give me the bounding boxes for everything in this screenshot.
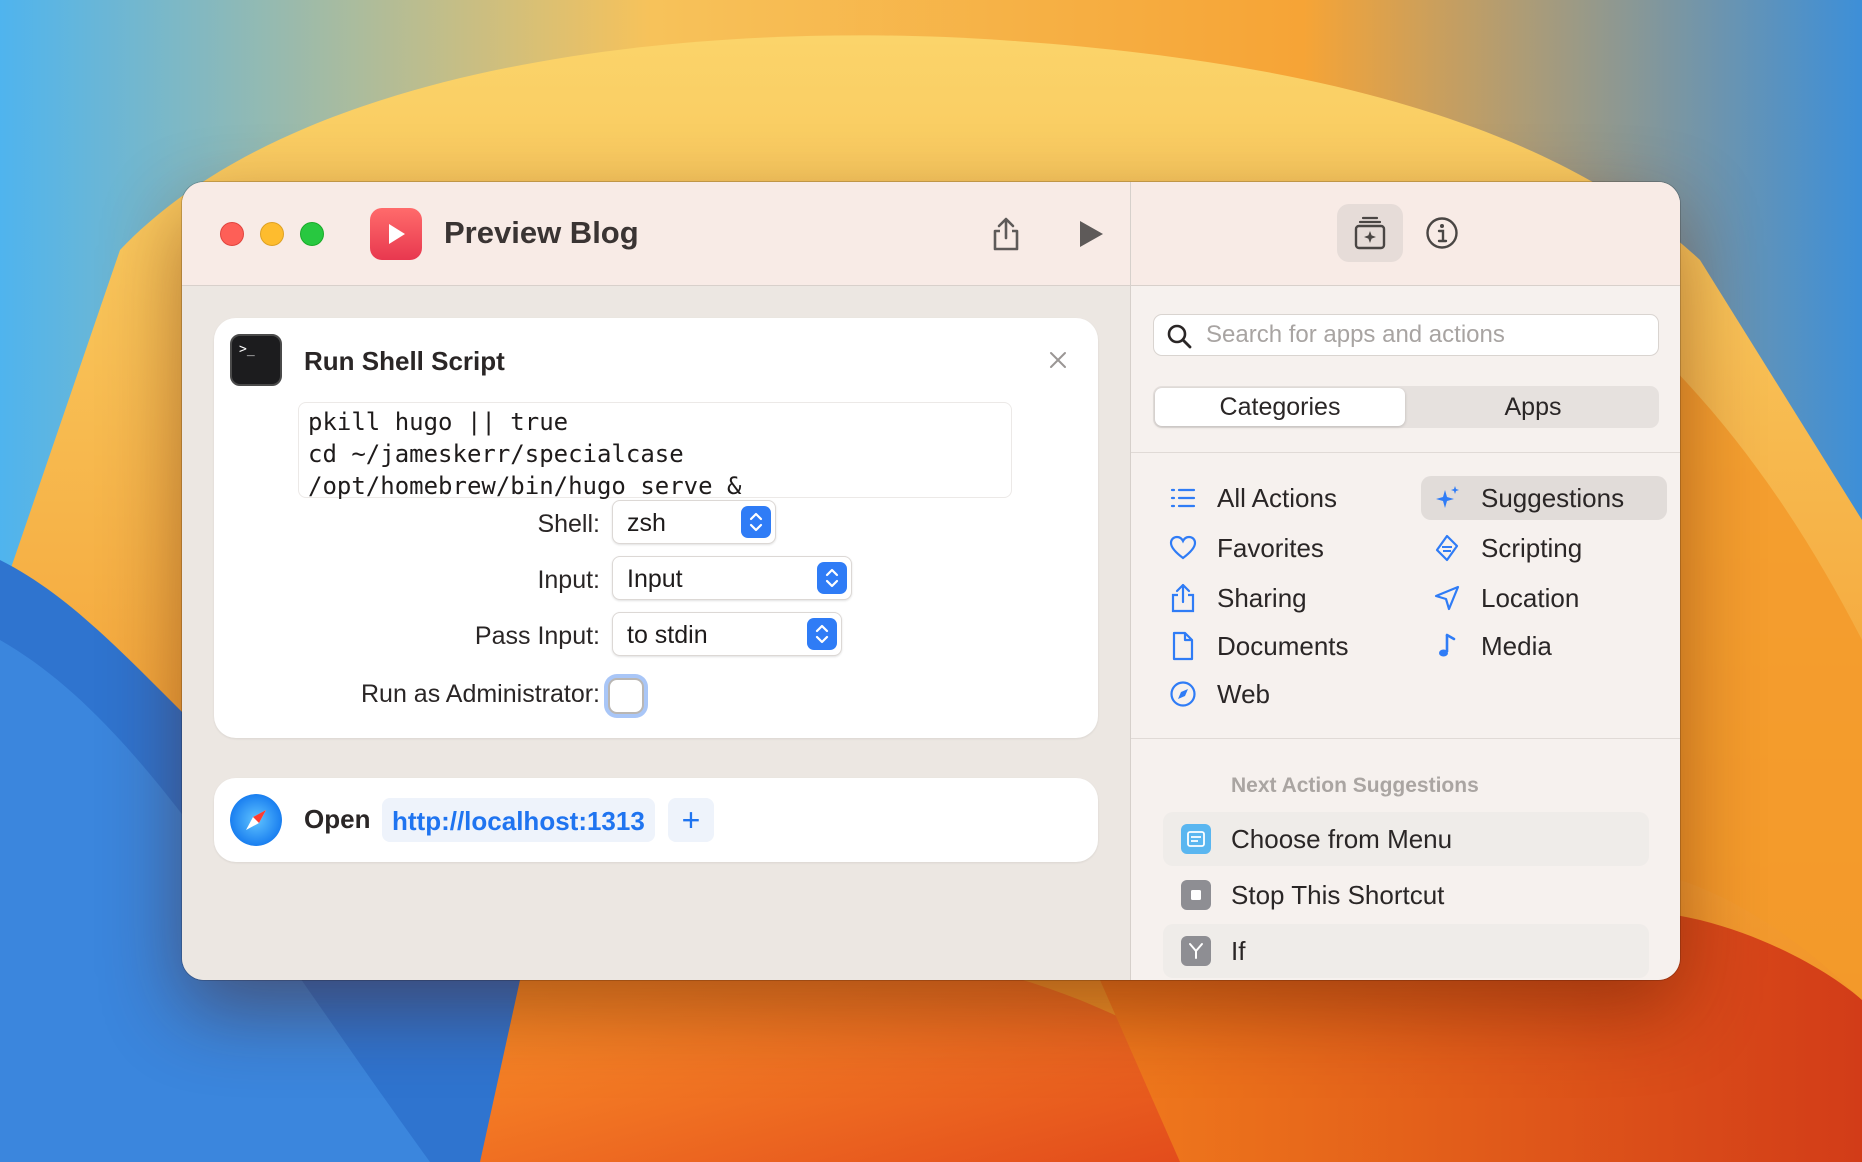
url-token[interactable]: http://localhost:1313 — [382, 798, 655, 842]
action-library-pane: Categories Apps All Actions Favorites Sh… — [1130, 182, 1680, 980]
shell-label: Shell: — [537, 510, 600, 538]
shortcuts-window: Preview Blog >_ Run Shell Script pkill h… — [182, 182, 1680, 980]
zoom-window-button[interactable] — [300, 222, 324, 246]
script-editor[interactable]: pkill hugo || true cd ~/jameskerr/specia… — [298, 402, 1012, 500]
suggestion-stop-this-shortcut[interactable]: Stop This Shortcut — [1163, 868, 1649, 922]
category-documents[interactable]: Documents — [1157, 624, 1377, 668]
scripting-icon — [1433, 534, 1461, 562]
category-suggestions[interactable]: Suggestions — [1421, 476, 1667, 520]
category-label: Web — [1217, 678, 1270, 709]
category-all-actions[interactable]: All Actions — [1157, 476, 1377, 520]
traffic-lights — [220, 222, 324, 246]
category-label: Favorites — [1217, 532, 1324, 563]
list-icon — [1169, 484, 1197, 512]
minimize-window-button[interactable] — [260, 222, 284, 246]
category-label: Location — [1481, 582, 1580, 613]
document-icon — [1169, 631, 1197, 661]
terminal-icon: >_ — [230, 334, 282, 386]
input-label: Input: — [537, 566, 600, 594]
search-input[interactable] — [1206, 319, 1646, 351]
tab-apps[interactable]: Apps — [1409, 388, 1657, 426]
remove-action-button[interactable] — [1044, 346, 1072, 374]
category-location[interactable]: Location — [1421, 576, 1667, 620]
divider — [1131, 738, 1680, 739]
action-card-run-shell-script[interactable]: >_ Run Shell Script pkill hugo || true c… — [214, 318, 1098, 738]
category-label: Suggestions — [1481, 482, 1625, 513]
next-action-suggestions-header: Next Action Suggestions — [1231, 774, 1479, 797]
library-segmented-control: Categories Apps — [1153, 386, 1659, 428]
menu-icon — [1181, 824, 1211, 854]
library-titlebar — [1131, 182, 1680, 286]
pass-input-select[interactable]: to stdin — [612, 612, 842, 656]
action-library-icon — [1354, 216, 1386, 250]
branch-icon — [1181, 936, 1211, 966]
search-icon — [1167, 324, 1192, 349]
share-icon — [1169, 583, 1197, 613]
chevron-updown-icon — [807, 618, 837, 650]
category-scripting[interactable]: Scripting — [1421, 526, 1667, 570]
category-sharing[interactable]: Sharing — [1157, 576, 1377, 620]
suggestion-if[interactable]: If — [1163, 924, 1649, 978]
input-select-value: Input — [627, 565, 683, 593]
stop-icon — [1181, 880, 1211, 910]
play-icon — [389, 224, 405, 244]
category-label: Scripting — [1481, 532, 1583, 563]
suggestion-label: Choose from Menu — [1231, 823, 1453, 854]
input-select[interactable]: Input — [612, 556, 852, 600]
action-card-open-url[interactable]: Open http://localhost:1313 + — [214, 778, 1098, 862]
action-library-button[interactable] — [1337, 204, 1403, 262]
music-note-icon — [1433, 632, 1461, 660]
suggestion-label: Stop This Shortcut — [1231, 879, 1445, 910]
share-button[interactable] — [982, 210, 1030, 258]
chevron-updown-icon — [741, 506, 771, 538]
open-label: Open — [304, 804, 371, 834]
editor-pane: Preview Blog >_ Run Shell Script pkill h… — [182, 182, 1130, 980]
titlebar: Preview Blog — [182, 182, 1130, 286]
category-label: Sharing — [1217, 582, 1307, 613]
category-label: All Actions — [1217, 482, 1337, 513]
suggestion-label: If — [1231, 935, 1246, 966]
close-window-button[interactable] — [220, 222, 244, 246]
shell-select[interactable]: zsh — [612, 500, 776, 544]
pass-input-select-value: to stdin — [627, 621, 708, 649]
action-title: Run Shell Script — [304, 346, 505, 376]
chevron-updown-icon — [817, 562, 847, 594]
play-icon — [1080, 221, 1103, 247]
shortcut-title[interactable]: Preview Blog — [444, 215, 639, 251]
search-field[interactable] — [1153, 314, 1659, 356]
shortcut-icon[interactable] — [370, 208, 422, 260]
safari-compass-icon — [230, 794, 282, 846]
category-web[interactable]: Web — [1157, 672, 1377, 716]
info-button[interactable] — [1419, 210, 1465, 256]
share-icon — [993, 217, 1019, 251]
location-arrow-icon — [1433, 584, 1461, 612]
compass-icon — [1169, 680, 1197, 708]
suggestion-choose-from-menu[interactable]: Choose from Menu — [1163, 812, 1649, 866]
heart-icon — [1169, 534, 1197, 562]
category-favorites[interactable]: Favorites — [1157, 526, 1377, 570]
pass-input-label: Pass Input: — [474, 622, 600, 650]
info-icon — [1426, 217, 1458, 249]
close-icon — [1050, 352, 1066, 368]
category-label: Media — [1481, 630, 1552, 661]
category-label: Documents — [1217, 630, 1349, 661]
sparkles-icon — [1433, 484, 1461, 512]
divider — [1131, 452, 1680, 453]
shell-select-value: zsh — [627, 509, 666, 537]
tab-categories[interactable]: Categories — [1155, 388, 1405, 426]
run-button[interactable] — [1066, 210, 1114, 258]
run-as-admin-label: Run as Administrator: — [361, 680, 600, 708]
category-media[interactable]: Media — [1421, 624, 1667, 668]
run-as-admin-checkbox[interactable] — [608, 678, 644, 714]
add-url-button[interactable]: + — [668, 798, 714, 842]
